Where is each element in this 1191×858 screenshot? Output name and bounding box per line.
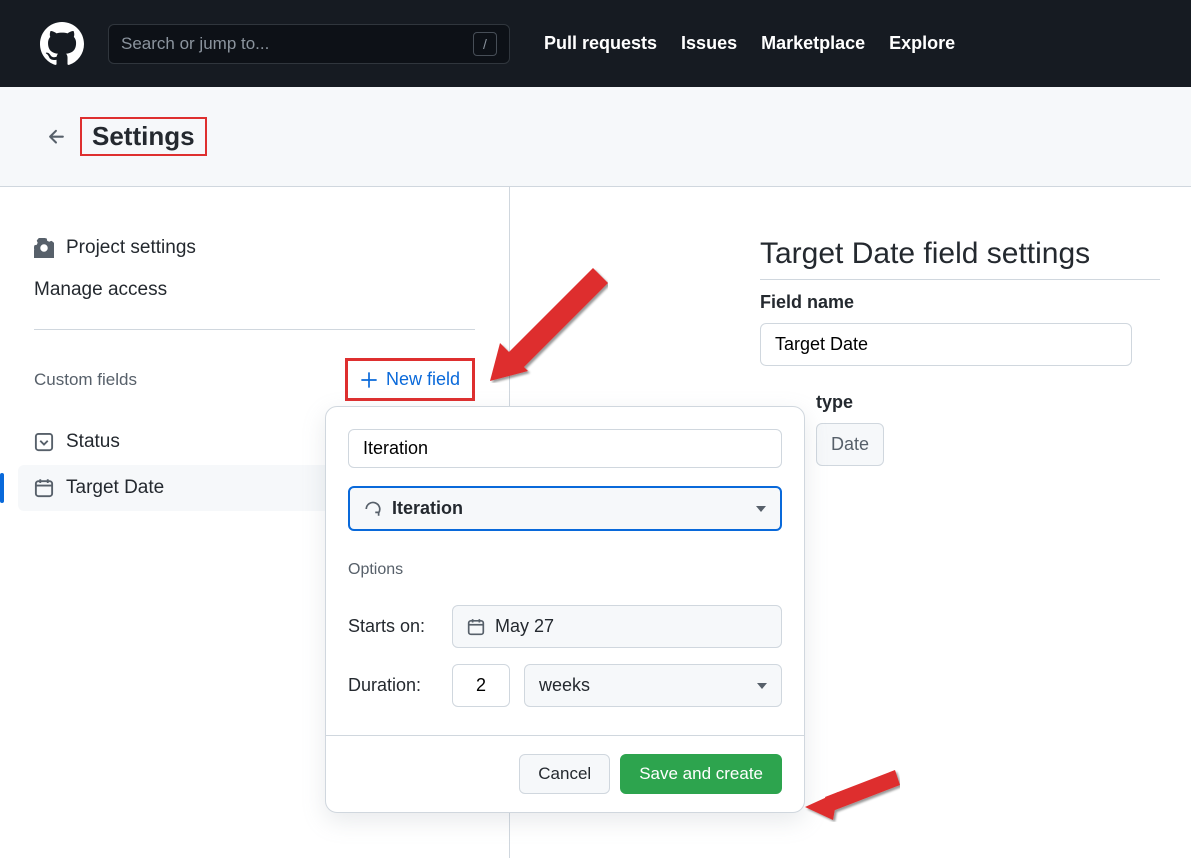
nav-pull-requests[interactable]: Pull requests xyxy=(544,33,657,54)
page-title: Settings xyxy=(80,117,207,156)
new-field-button[interactable]: New field xyxy=(345,358,475,401)
duration-row: Duration: weeks xyxy=(348,664,782,707)
field-item-label: Target Date xyxy=(66,477,164,499)
sidebar-manage-access[interactable]: Manage access xyxy=(34,269,475,311)
field-name-dialog-input[interactable] xyxy=(348,429,782,468)
annotation-arrow-icon xyxy=(800,762,900,822)
field-type-select[interactable]: Iteration xyxy=(348,486,782,531)
starts-on-row: Starts on: May 27 xyxy=(348,605,782,648)
starts-on-button[interactable]: May 27 xyxy=(452,605,782,648)
search-input[interactable]: Search or jump to... / xyxy=(108,24,510,64)
custom-fields-header: Custom fields New field xyxy=(34,358,475,401)
panel-title: Target Date field settings xyxy=(760,237,1160,280)
single-select-icon xyxy=(34,432,54,452)
nav-issues[interactable]: Issues xyxy=(681,33,737,54)
cancel-button[interactable]: Cancel xyxy=(519,754,610,794)
duration-input[interactable] xyxy=(452,664,510,707)
sidebar-project-settings[interactable]: Project settings xyxy=(34,227,475,269)
starts-on-label: Starts on: xyxy=(348,616,438,637)
dialog-footer: Cancel Save and create xyxy=(326,735,804,812)
duration-unit-label: weeks xyxy=(539,675,590,696)
nav-links: Pull requests Issues Marketplace Explore xyxy=(544,33,955,54)
field-type-value: Date xyxy=(816,423,884,466)
github-logo-icon[interactable] xyxy=(40,22,84,66)
save-and-create-button[interactable]: Save and create xyxy=(620,754,782,794)
sidebar-item-label: Manage access xyxy=(34,279,167,301)
slash-key-hint: / xyxy=(473,32,497,56)
title-bar: Settings xyxy=(0,87,1191,187)
sidebar-item-label: Project settings xyxy=(66,237,196,259)
field-item-label: Status xyxy=(66,431,120,453)
custom-fields-label: Custom fields xyxy=(34,370,137,390)
duration-label: Duration: xyxy=(348,675,438,696)
global-header: Search or jump to... / Pull requests Iss… xyxy=(0,0,1191,87)
calendar-icon xyxy=(467,618,485,636)
dialog-body: Iteration Options Starts on: May 27 Dura… xyxy=(326,407,804,735)
new-field-dialog: Iteration Options Starts on: May 27 Dura… xyxy=(325,406,805,813)
iteration-icon xyxy=(364,500,382,518)
field-name-label: Field name xyxy=(760,292,1191,313)
plus-icon xyxy=(360,371,378,389)
back-arrow-icon[interactable] xyxy=(46,126,68,148)
calendar-icon xyxy=(34,478,54,498)
search-placeholder: Search or jump to... xyxy=(121,34,473,54)
annotation-arrow-icon xyxy=(478,263,608,383)
nav-marketplace[interactable]: Marketplace xyxy=(761,33,865,54)
duration-unit-select[interactable]: weeks xyxy=(524,664,782,707)
gear-icon xyxy=(34,238,54,258)
field-type-select-label: Iteration xyxy=(392,498,463,519)
new-field-label: New field xyxy=(386,369,460,390)
nav-explore[interactable]: Explore xyxy=(889,33,955,54)
field-name-input[interactable] xyxy=(760,323,1132,366)
options-label: Options xyxy=(348,561,782,579)
field-type-text: Date xyxy=(831,434,869,455)
starts-on-value: May 27 xyxy=(495,616,554,637)
field-type-label: type xyxy=(816,392,1191,413)
settings-section: Project settings Manage access xyxy=(34,227,475,330)
